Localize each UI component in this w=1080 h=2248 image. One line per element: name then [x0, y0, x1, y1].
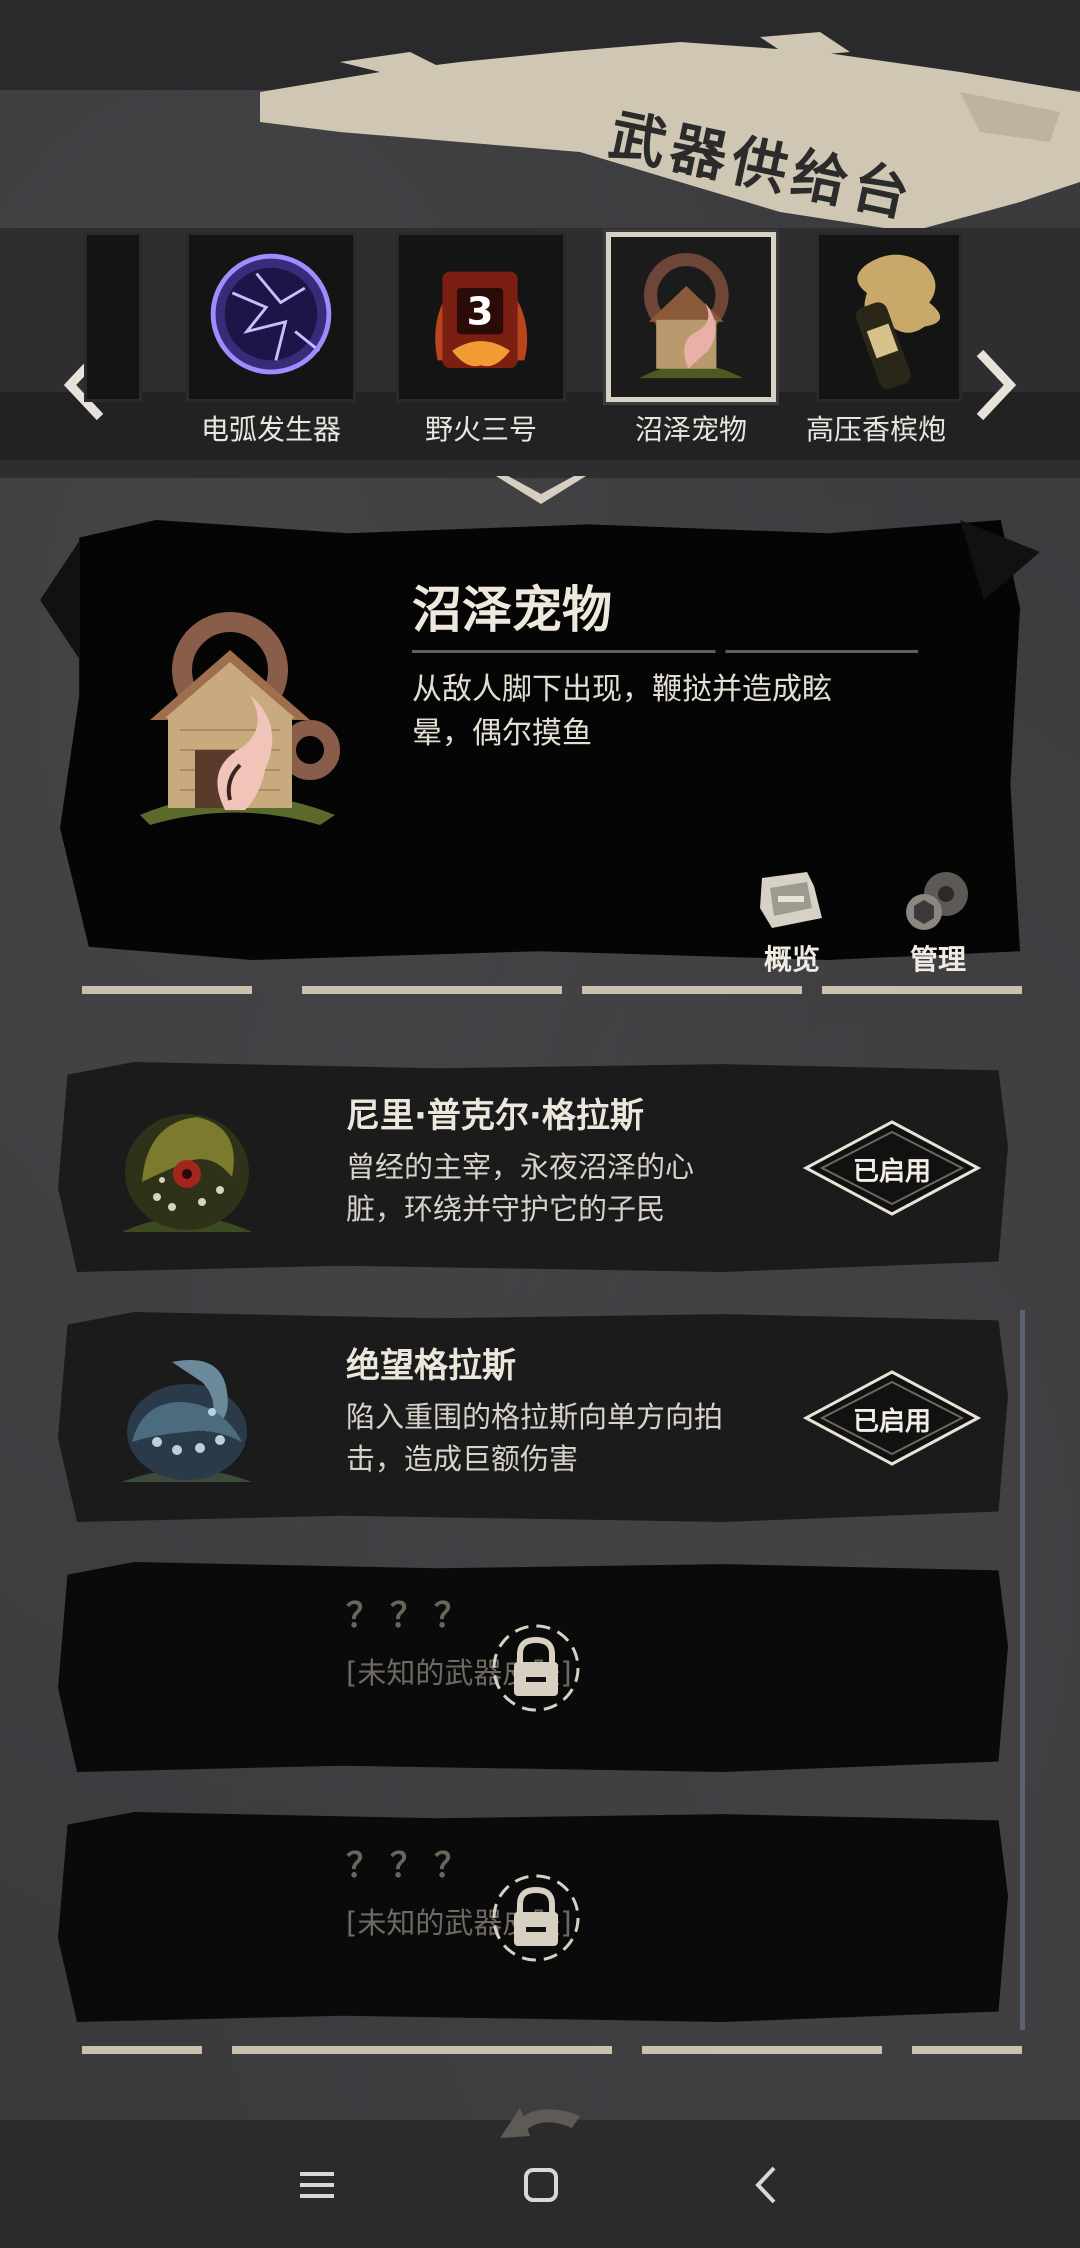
skin-card-nili[interactable]: 尼里·普克尔·格拉斯 曾经的主宰，永夜沼泽的心脏，环绕并守护它的子民 已启用 [58, 1062, 1008, 1272]
list-bottom-rule [82, 2046, 1028, 2056]
skin-card-despair[interactable]: 绝望格拉斯 陷入重围的格拉斯向单方向拍击，造成巨额伤害 已启用 [58, 1312, 1008, 1522]
wildfire-3-icon: 3 [435, 271, 528, 369]
skin-title: ？？？ [346, 1846, 478, 1886]
detail-footer-rule [82, 986, 1028, 996]
back-arrow-icon[interactable] [480, 2088, 600, 2148]
carousel-item-label: 电弧发生器 [200, 413, 341, 446]
weapon-description: 从敌人脚下出现，鞭挞并造成眩晕，偶尔摸鱼 [412, 672, 832, 751]
skin-card-locked-2[interactable]: ？？？ [未知的武器皮肤] [58, 1812, 1008, 2022]
champagne-cannon-icon [855, 254, 941, 390]
carousel-item-arc-generator[interactable]: 电弧发生器 [186, 232, 356, 446]
skin-list[interactable]: 尼里·普克尔·格拉斯 曾经的主宰，永夜沼泽的心脏，环绕并守护它的子民 已启用 绝… [58, 1010, 1024, 2040]
chevron-right-icon [976, 349, 1017, 421]
skin-title: ？？？ [346, 1596, 478, 1636]
chevron-down-icon [496, 476, 586, 504]
skin-description: 陷入重围的格拉斯向单方向拍击，造成巨额伤害 [346, 1400, 724, 1476]
overview-label: 概览 [763, 943, 820, 976]
carousel-item-label: 野火三号 [424, 413, 537, 446]
list-scrollbar[interactable] [1020, 1310, 1025, 2030]
skin-title: 尼里·普克尔·格拉斯 [346, 1096, 644, 1136]
arc-generator-icon [210, 253, 332, 375]
weapon-supply-screen: 武器供给台 电弧发生器 3 野火三号 沼泽宠物 高压香槟炮 沼泽宠物 从敌人脚下… [0, 0, 1080, 2248]
carousel-item-partial[interactable] [84, 232, 142, 432]
status-label: 已启用 [852, 1157, 931, 1187]
manage-button[interactable]: 管理 [888, 868, 988, 978]
home-icon[interactable] [516, 2160, 566, 2210]
status-badge[interactable]: 已启用 [802, 1118, 982, 1218]
manage-label: 管理 [909, 943, 966, 976]
swamp-creature-blue-icon [122, 1360, 252, 1482]
gear-icon [906, 872, 968, 930]
back-icon[interactable] [742, 2160, 792, 2210]
swamp-pet-large-icon [140, 612, 340, 825]
detail-divider [412, 650, 918, 653]
status-badge[interactable]: 已启用 [802, 1368, 982, 1468]
swamp-creature-green-icon [122, 1114, 252, 1232]
menu-icon[interactable] [292, 2160, 342, 2210]
skin-card-locked-1[interactable]: ？？？ [未知的武器皮肤] [58, 1562, 1008, 1772]
skin-title: 绝望格拉斯 [346, 1346, 516, 1386]
carousel-item-wildfire[interactable]: 3 野火三号 [396, 232, 566, 446]
lock-icon [492, 1624, 580, 1712]
carousel-item-champagne[interactable]: 高压香槟炮 [806, 232, 962, 446]
carousel-item-label: 高压香槟炮 [806, 413, 947, 446]
lock-icon [492, 1874, 580, 1962]
weapon-name: 沼泽宠物 [412, 581, 612, 639]
carousel-item-label: 沼泽宠物 [634, 413, 747, 446]
carousel-item-swamp-pet[interactable]: 沼泽宠物 [606, 232, 776, 446]
panel-shard [40, 540, 80, 660]
status-label: 已启用 [852, 1407, 931, 1437]
swamp-pet-icon [639, 253, 743, 379]
overview-button[interactable]: 概览 [742, 868, 842, 978]
overview-icon [760, 872, 822, 928]
skin-description: 曾经的主宰，永夜沼泽的心脏，环绕并守护它的子民 [346, 1150, 695, 1226]
badge-number: 3 [467, 290, 494, 335]
